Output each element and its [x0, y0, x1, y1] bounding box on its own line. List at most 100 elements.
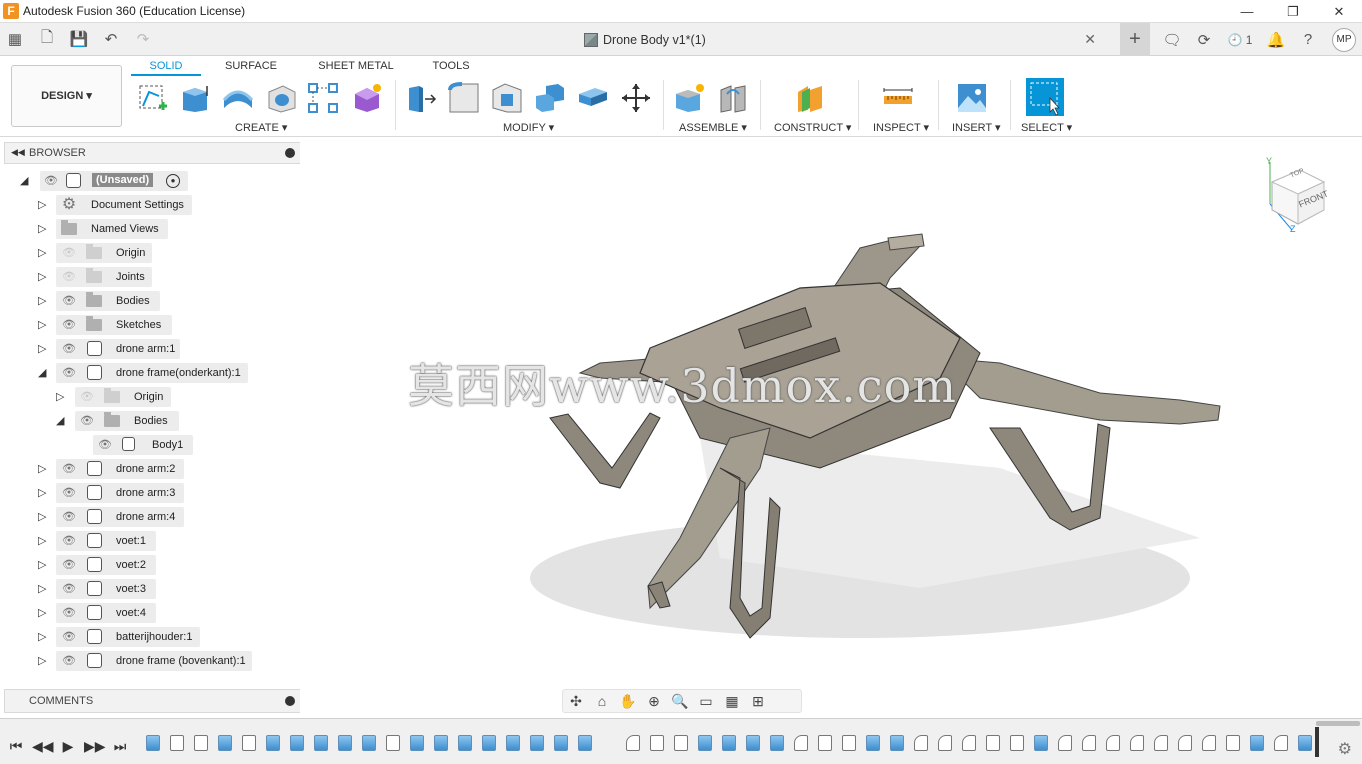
pattern-icon[interactable] — [307, 82, 339, 114]
extensions-icon[interactable]: ⟳ — [1188, 31, 1220, 49]
joint-icon[interactable] — [717, 82, 749, 114]
modify-menu[interactable]: MODIFY ▾ — [503, 121, 554, 134]
tab-tools[interactable]: TOOLS — [411, 56, 491, 76]
timeline-feature-fillet[interactable] — [1058, 735, 1072, 751]
step-back-icon[interactable]: ◀◀ — [32, 738, 54, 755]
timeline-track[interactable] — [142, 731, 1322, 759]
orbit-icon[interactable]: ✣ — [563, 693, 589, 710]
close-window-button[interactable]: ✕ — [1316, 0, 1362, 23]
tab-sheet-metal[interactable]: SHEET METAL — [301, 56, 411, 76]
tree-row-drone-arm-4[interactable]: ▷ 👁 drone arm:4 — [0, 505, 300, 529]
visibility-eye-icon[interactable]: 👁 — [61, 509, 77, 525]
collapsed-arrow-icon[interactable]: ▷ — [38, 199, 50, 211]
timeline-marker[interactable] — [1315, 727, 1319, 757]
timeline-feature-extrude[interactable] — [482, 735, 496, 751]
tab-solid[interactable]: SOLID — [131, 56, 201, 76]
timeline-feature-fillet[interactable] — [626, 735, 640, 751]
tree-row-document-settings[interactable]: ▷ ⚙ Document Settings — [0, 193, 300, 217]
tree-row-joints[interactable]: ▷ 👁 Joints — [0, 265, 300, 289]
visibility-eye-icon[interactable]: 👁 — [61, 293, 77, 309]
timeline-feature-fillet[interactable] — [1274, 735, 1288, 751]
assemble-menu[interactable]: ASSEMBLE ▾ — [679, 121, 747, 134]
collapsed-arrow-icon[interactable]: ▷ — [38, 295, 50, 307]
tree-row-root[interactable]: ◢ 👁 (Unsaved) ● — [0, 169, 300, 193]
data-panel-grid-icon[interactable]: ▦ — [4, 30, 26, 48]
tree-row-voet-3[interactable]: ▷ 👁 voet:3 — [0, 577, 300, 601]
step-forward-icon[interactable]: ▶▶ — [84, 738, 106, 755]
collapsed-arrow-icon[interactable]: ▷ — [38, 487, 50, 499]
minimize-panel-icon[interactable] — [285, 148, 295, 158]
go-to-end-icon[interactable]: ⏭ — [110, 738, 130, 755]
offset-plane-icon[interactable] — [794, 82, 826, 114]
shell-icon[interactable] — [491, 82, 523, 114]
visibility-eye-icon[interactable]: 👁 — [61, 653, 77, 669]
timeline-feature-fillet[interactable] — [1154, 735, 1168, 751]
visibility-eye-icon[interactable]: 👁 — [61, 461, 77, 477]
timeline-feature-extrude[interactable] — [1250, 735, 1264, 751]
collapsed-arrow-icon[interactable]: ▷ — [38, 271, 50, 283]
timeline-feature-sketch[interactable] — [674, 735, 688, 751]
maximize-button[interactable]: ❐ — [1270, 0, 1316, 23]
3d-viewport[interactable]: 莫西网www.3dmox.com Y Z TOP FRONT — [300, 138, 1362, 718]
inspect-menu[interactable]: INSPECT ▾ — [873, 121, 929, 134]
combine-icon[interactable] — [534, 82, 566, 114]
undo-icon[interactable]: ↶ — [100, 30, 122, 48]
timeline-feature-extrude[interactable] — [1034, 735, 1048, 751]
timeline-scrollbar[interactable] — [1316, 721, 1360, 726]
measure-icon[interactable] — [882, 82, 914, 114]
timeline-feature-extrude[interactable] — [362, 735, 376, 751]
play-icon[interactable]: ▶ — [58, 738, 78, 755]
collapsed-arrow-icon[interactable]: ▷ — [38, 343, 50, 355]
tree-row-sketches[interactable]: ▷ 👁 Sketches — [0, 313, 300, 337]
collapsed-arrow-icon[interactable]: ▷ — [38, 631, 50, 643]
job-status-icon[interactable]: 🕘 1 — [1220, 33, 1260, 47]
timeline-feature-extrude[interactable] — [290, 735, 304, 751]
expanded-arrow-icon[interactable]: ◢ — [38, 367, 50, 379]
visibility-eye-icon[interactable]: 👁 — [61, 365, 77, 381]
select-icon[interactable] — [1026, 78, 1064, 116]
visibility-eye-icon[interactable]: 👁 — [61, 485, 77, 501]
tree-row-drone-arm-2[interactable]: ▷ 👁 drone arm:2 — [0, 457, 300, 481]
visibility-eye-icon[interactable]: 👁 — [79, 389, 95, 405]
timeline-settings-gear-icon[interactable]: ⚙ — [1338, 739, 1352, 759]
timeline-feature-sketch[interactable] — [386, 735, 400, 751]
collapsed-arrow-icon[interactable]: ▷ — [38, 559, 50, 571]
timeline-feature-sketch[interactable] — [1226, 735, 1240, 751]
timeline-feature-fillet[interactable] — [1082, 735, 1096, 751]
visibility-eye-icon[interactable]: 👁 — [97, 437, 113, 453]
zoom-icon[interactable]: ⊕ — [641, 693, 667, 710]
collapsed-arrow-icon[interactable]: ▷ — [38, 247, 50, 259]
visibility-eye-icon[interactable]: 👁 — [61, 581, 77, 597]
construct-menu[interactable]: CONSTRUCT ▾ — [774, 121, 851, 134]
insert-image-icon[interactable] — [956, 82, 988, 114]
tree-row-drone-arm-3[interactable]: ▷ 👁 drone arm:3 — [0, 481, 300, 505]
tree-row-origin[interactable]: ▷ 👁 Origin — [0, 241, 300, 265]
help-icon[interactable]: ? — [1292, 31, 1324, 48]
extrude-icon[interactable] — [179, 82, 211, 114]
timeline-feature-extrude[interactable] — [770, 735, 784, 751]
timeline-feature-extrude[interactable] — [506, 735, 520, 751]
collapsed-arrow-icon[interactable]: ▷ — [38, 511, 50, 523]
user-avatar[interactable]: MP — [1332, 27, 1356, 52]
visibility-eye-icon[interactable]: 👁 — [61, 341, 77, 357]
timeline-feature-extrude[interactable] — [722, 735, 736, 751]
save-icon[interactable]: 💾 — [68, 30, 90, 48]
viewports-icon[interactable]: ⊞ — [745, 693, 771, 710]
timeline-feature-fillet[interactable] — [794, 735, 808, 751]
visibility-eye-icon[interactable]: 👁 — [61, 629, 77, 645]
collapsed-arrow-icon[interactable]: ▷ — [38, 463, 50, 475]
grid-settings-icon[interactable]: ▦ — [719, 693, 745, 710]
tree-row-voet-4[interactable]: ▷ 👁 voet:4 — [0, 601, 300, 625]
display-settings-icon[interactable]: ▭ — [693, 693, 719, 710]
notifications-bell-icon[interactable]: 🔔 — [1260, 31, 1292, 49]
timeline-feature-extrude[interactable] — [458, 735, 472, 751]
timeline-feature-extrude[interactable] — [266, 735, 280, 751]
collapsed-arrow-icon[interactable]: ▷ — [38, 319, 50, 331]
timeline-feature-sketch[interactable] — [818, 735, 832, 751]
timeline-feature-extrude[interactable] — [698, 735, 712, 751]
timeline-feature-sketch[interactable] — [650, 735, 664, 751]
expanded-arrow-icon[interactable]: ◢ — [56, 415, 68, 427]
create-menu[interactable]: CREATE ▾ — [235, 121, 287, 134]
offset-face-icon[interactable] — [577, 82, 609, 114]
view-cube[interactable]: Y Z TOP FRONT — [1262, 156, 1332, 236]
